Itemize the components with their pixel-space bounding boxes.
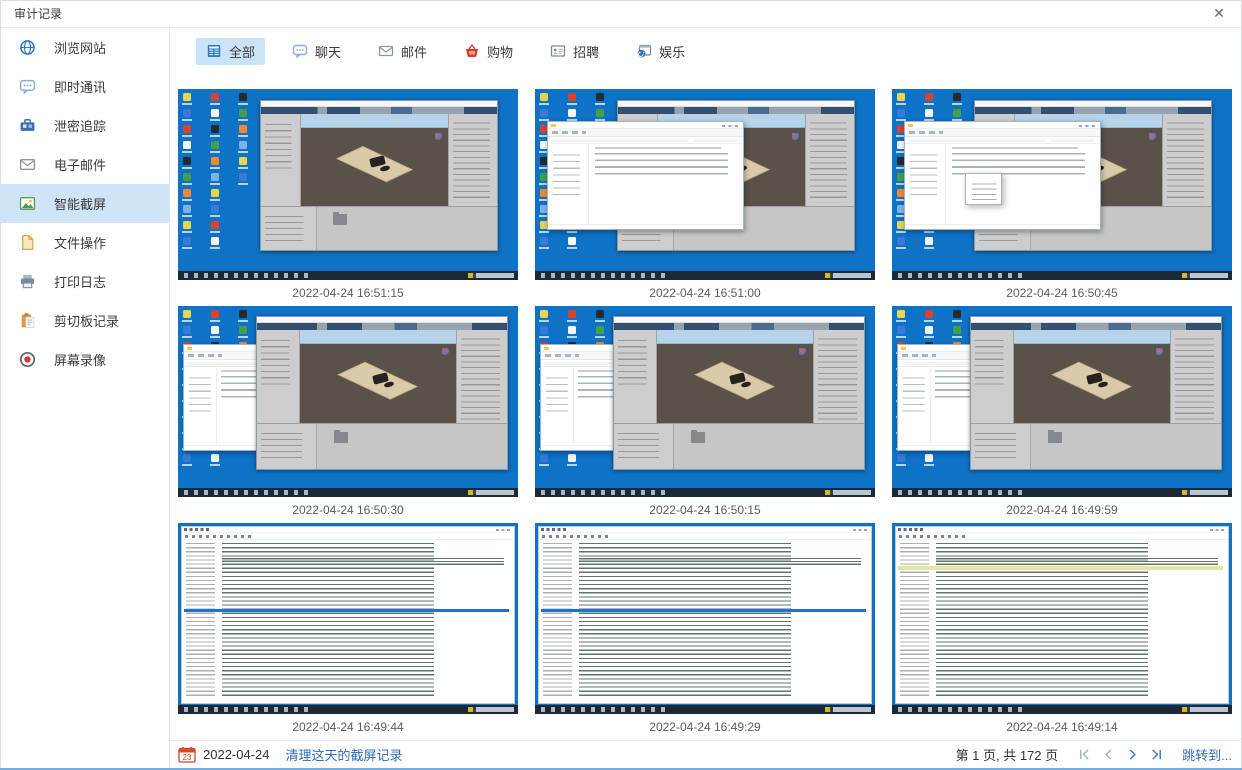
- category-tabbar: 全部 聊天 邮件 购物 招聘 娱乐: [170, 28, 1242, 74]
- file-explorer-window-mock: [904, 121, 1101, 230]
- page-prev-button[interactable]: [1100, 747, 1116, 763]
- globe-icon: [17, 38, 37, 58]
- taskbar-mock: [535, 488, 875, 497]
- video-player-icon: [636, 43, 653, 60]
- date-label: 2022-04-24: [203, 747, 270, 762]
- screenshot-card: 2022-04-24 16:50:30: [178, 306, 518, 523]
- screenshot-card: 2022-04-24 16:51:00: [535, 89, 875, 306]
- screenshot-thumb[interactable]: [892, 306, 1232, 497]
- grid-list-icon: [206, 43, 223, 60]
- unity-editor-window-mock: [970, 316, 1222, 471]
- screenshot-card: 2022-04-24 16:51:15: [178, 89, 518, 306]
- log-viewer-window-mock: [895, 526, 1228, 705]
- page-title: 审计记录: [14, 5, 62, 22]
- picture-icon: [17, 194, 37, 214]
- sidebar-item-record[interactable]: 屏幕录像: [0, 340, 169, 379]
- sidebar-item-clipboard[interactable]: 剪切板记录: [0, 301, 169, 340]
- tab-shopping[interactable]: 购物: [454, 38, 523, 65]
- screenshot-thumb[interactable]: [535, 523, 875, 714]
- id-card-icon: [550, 43, 567, 60]
- sidebar-item-browse[interactable]: 浏览网站: [0, 28, 169, 67]
- chat-bubble-icon: [17, 77, 37, 97]
- unity-editor-window-mock: [260, 100, 498, 251]
- shopping-basket-icon: [464, 43, 481, 60]
- taskbar-mock: [535, 271, 875, 280]
- unity-editor-window-mock: [256, 316, 508, 471]
- screenshot-thumb[interactable]: [535, 306, 875, 497]
- screenshot-card: 2022-04-24 16:49:29: [535, 523, 875, 740]
- screenshot-timestamp: 2022-04-24 16:50:45: [892, 280, 1232, 306]
- screenshot-card: 2022-04-24 16:49:59: [892, 306, 1232, 523]
- document-icon: [17, 233, 37, 253]
- taskbar-mock: [178, 271, 518, 280]
- toolbox-icon: [17, 116, 37, 136]
- context-menu-mock: [965, 173, 1002, 205]
- log-viewer-window-mock: [538, 526, 871, 705]
- taskbar-mock: [535, 705, 875, 714]
- screenshot-timestamp: 2022-04-24 16:51:15: [178, 280, 518, 306]
- clipboard-icon: [17, 311, 37, 331]
- screenshot-thumb[interactable]: [178, 523, 518, 714]
- screenshot-grid: 2022-04-24 16:51:15 2022-04-24 16:51:00 20…: [178, 89, 1242, 740]
- clear-screenshots-link[interactable]: 清理这天的截屏记录: [286, 745, 403, 764]
- screenshot-card: 2022-04-24 16:50:45: [892, 89, 1232, 306]
- screenshot-thumb[interactable]: [892, 523, 1232, 714]
- page-last-button[interactable]: [1148, 747, 1164, 763]
- unity-editor-window-mock: [613, 316, 865, 471]
- record-icon: [17, 350, 37, 370]
- calendar-icon[interactable]: 23: [178, 746, 196, 763]
- screenshot-card: 2022-04-24 16:50:15: [535, 306, 875, 523]
- screenshot-timestamp: 2022-04-24 16:49:14: [892, 714, 1232, 740]
- taskbar-mock: [892, 705, 1232, 714]
- screenshot-card: 2022-04-24 16:49:44: [178, 523, 518, 740]
- sidebar: 浏览网站 即时通讯 泄密追踪 电子邮件 智能截屏 文件操作 打印日志 剪切板记录…: [0, 28, 170, 768]
- screenshot-timestamp: 2022-04-24 16:51:00: [535, 280, 875, 306]
- tab-recruit[interactable]: 招聘: [540, 38, 609, 65]
- printer-icon: [17, 272, 37, 292]
- tab-entertainment[interactable]: 娱乐: [626, 38, 695, 65]
- screenshot-thumb[interactable]: [178, 89, 518, 280]
- sidebar-item-file[interactable]: 文件操作: [0, 223, 169, 262]
- sidebar-item-screenshot[interactable]: 智能截屏: [0, 184, 169, 223]
- envelope-icon: [17, 155, 37, 175]
- file-explorer-window-mock: [547, 121, 744, 230]
- screenshot-thumb[interactable]: [535, 89, 875, 280]
- screenshot-thumb[interactable]: [178, 306, 518, 497]
- chat-bubble-icon: [292, 43, 309, 60]
- taskbar-mock: [178, 705, 518, 714]
- taskbar-mock: [892, 488, 1232, 497]
- screenshot-timestamp: 2022-04-24 16:49:44: [178, 714, 518, 740]
- envelope-icon: [378, 43, 395, 60]
- sidebar-item-im[interactable]: 即时通讯: [0, 67, 169, 106]
- tab-mail[interactable]: 邮件: [368, 38, 437, 65]
- screenshot-timestamp: 2022-04-24 16:50:15: [535, 497, 875, 523]
- tab-all[interactable]: 全部: [196, 38, 265, 65]
- screenshot-timestamp: 2022-04-24 16:49:59: [892, 497, 1232, 523]
- taskbar-mock: [178, 488, 518, 497]
- screenshot-timestamp: 2022-04-24 16:49:29: [535, 714, 875, 740]
- page-info: 第 1 页, 共 172 页: [956, 745, 1059, 764]
- jump-to-page-link[interactable]: 跳转到...: [1182, 745, 1232, 764]
- footer-bar: 23 2022-04-24 清理这天的截屏记录 第 1 页, 共 172 页 跳…: [170, 740, 1242, 768]
- sidebar-item-print[interactable]: 打印日志: [0, 262, 169, 301]
- calendar-day: 23: [183, 753, 192, 762]
- screenshot-timestamp: 2022-04-24 16:50:30: [178, 497, 518, 523]
- sidebar-item-leak[interactable]: 泄密追踪: [0, 106, 169, 145]
- tab-chat[interactable]: 聊天: [282, 38, 351, 65]
- audit-records-window: 审计记录 ✕ 浏览网站 即时通讯 泄密追踪 电子邮件 智能截屏 文件操作 打印日…: [0, 0, 1242, 770]
- content-area: 全部 聊天 邮件 购物 招聘 娱乐 2022-04-24 16:51:15202…: [170, 28, 1242, 768]
- taskbar-mock: [892, 271, 1232, 280]
- screenshot-thumb[interactable]: [892, 89, 1232, 280]
- titlebar: 审计记录 ✕: [0, 0, 1242, 28]
- page-first-button[interactable]: [1076, 747, 1092, 763]
- log-viewer-window-mock: [181, 526, 514, 705]
- page-next-button[interactable]: [1124, 747, 1140, 763]
- close-icon[interactable]: ✕: [1206, 3, 1232, 25]
- sidebar-item-email[interactable]: 电子邮件: [0, 145, 169, 184]
- screenshot-card: 2022-04-24 16:49:14: [892, 523, 1232, 740]
